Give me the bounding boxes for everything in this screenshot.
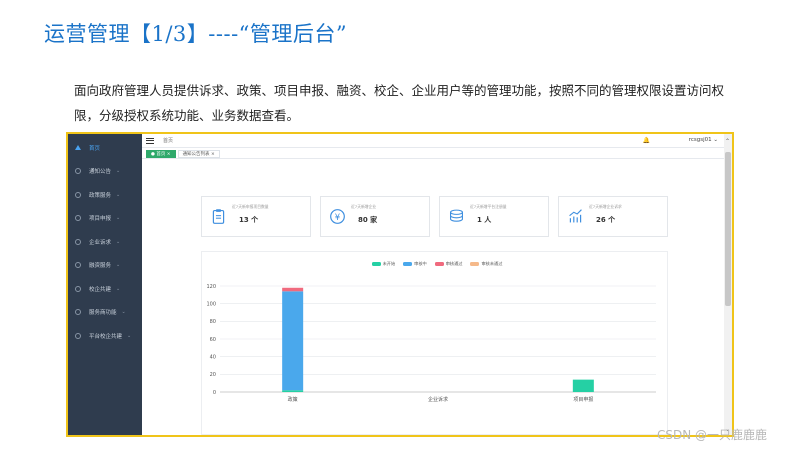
sidebar-item-label: 项目申报 bbox=[89, 216, 112, 223]
circle-icon bbox=[75, 309, 81, 316]
chevron-down-icon: ⌄ bbox=[116, 238, 121, 245]
sidebar: 首页 通知公告 ⌄ 政策服务 ⌄ 项目申报 ⌄ 企业诉求 ⌄ 融资服务 ⌄ 校企共建 ⌄ 服务商功能 ⌄ 平台… bbox=[68, 134, 142, 435]
main-area: 首页 🔔 rcsgsj01 ⌄ ● 首页 × 通知公告列表 × 近7天新申报项目… bbox=[142, 134, 732, 435]
slide-description: 面向政府管理人员提供诉求、政策、项目申报、融资、校企、企业用户等的管理功能，按照… bbox=[74, 83, 725, 123]
sidebar-item-label: 企业诉求 bbox=[89, 239, 112, 246]
sidebar-item[interactable]: 通知公告 ⌄ bbox=[68, 160, 142, 184]
bar-segment bbox=[282, 390, 304, 392]
watermark: CSDN @一只鹿鹿鹿 bbox=[657, 428, 768, 442]
bar-segment bbox=[572, 379, 594, 392]
y-tick-label: 120 bbox=[206, 284, 216, 290]
sidebar-item[interactable]: 校企共建 ⌄ bbox=[68, 277, 142, 301]
sidebar-item[interactable]: 首页 bbox=[68, 136, 142, 160]
y-tick-label: 100 bbox=[206, 301, 216, 307]
sidebar-item-label: 政策服务 bbox=[89, 192, 112, 199]
bar-segment bbox=[282, 291, 304, 391]
slide-title: 运营管理【1/3】----“管理后台” bbox=[44, 22, 348, 46]
circle-icon bbox=[75, 191, 81, 198]
y-tick-label: 80 bbox=[210, 319, 216, 325]
admin-screenshot-frame: 首页 通知公告 ⌄ 政策服务 ⌄ 项目申报 ⌄ 企业诉求 ⌄ 融资服务 ⌄ 校企共建 ⌄ 服务商功能 ⌄ 平台… bbox=[66, 132, 734, 437]
y-tick-label: 60 bbox=[210, 337, 216, 343]
sidebar-item[interactable]: 政策服务 ⌄ bbox=[68, 183, 142, 207]
circle-icon bbox=[75, 262, 81, 269]
y-tick-label: 40 bbox=[210, 354, 216, 360]
sidebar-item[interactable]: 项目申报 ⌄ bbox=[68, 207, 142, 231]
circle-icon bbox=[75, 168, 81, 175]
x-tick-label: 企业诉求 bbox=[428, 396, 448, 403]
sidebar-item-label: 平台校企共建 bbox=[89, 333, 123, 340]
x-tick-label: 政策 bbox=[288, 396, 298, 403]
x-tick-label: 项目申报 bbox=[573, 396, 593, 403]
y-tick-label: 20 bbox=[210, 372, 216, 378]
chevron-down-icon: ⌄ bbox=[116, 191, 121, 198]
sidebar-item-label: 首页 bbox=[89, 145, 101, 152]
home-icon bbox=[75, 145, 81, 151]
circle-icon bbox=[75, 215, 81, 222]
sidebar-item[interactable]: 企业诉求 ⌄ bbox=[68, 230, 142, 254]
sidebar-item-label: 服务商功能 bbox=[89, 310, 117, 317]
slide: 运营管理【1/3】----“管理后台” 面向政府管理人员提供诉求、政策、项目申报… bbox=[0, 0, 800, 450]
circle-icon bbox=[75, 285, 81, 292]
sidebar-item-label: 融资服务 bbox=[89, 263, 112, 270]
sidebar-item[interactable]: 服务商功能 ⌄ bbox=[68, 301, 142, 325]
chevron-down-icon: ⌄ bbox=[127, 332, 132, 339]
circle-icon bbox=[75, 238, 81, 245]
chevron-down-icon: ⌄ bbox=[116, 285, 121, 292]
scrollbar-thumb[interactable] bbox=[725, 152, 731, 306]
scrollbar[interactable]: ⌃ ⌄ bbox=[724, 134, 732, 435]
sidebar-item-label: 校企共建 bbox=[89, 286, 112, 293]
status-bar-chart: 0 20 40 60 80 100 120 政策 企业诉求 项目申报 bbox=[206, 284, 656, 403]
circle-icon bbox=[75, 332, 81, 339]
chevron-down-icon: ⌄ bbox=[116, 215, 121, 222]
chevron-down-icon: ⌄ bbox=[116, 168, 121, 175]
sidebar-item[interactable]: 融资服务 ⌄ bbox=[68, 254, 142, 278]
scroll-up-icon[interactable]: ⌃ bbox=[725, 138, 730, 145]
sidebar-item[interactable]: 平台校企共建 ⌄ bbox=[68, 324, 142, 348]
sidebar-item-label: 通知公告 bbox=[89, 169, 112, 176]
y-tick-label: 0 bbox=[213, 390, 216, 396]
chevron-down-icon: ⌄ bbox=[116, 262, 121, 269]
chevron-down-icon: ⌄ bbox=[121, 309, 126, 316]
bar-segment bbox=[282, 287, 304, 292]
